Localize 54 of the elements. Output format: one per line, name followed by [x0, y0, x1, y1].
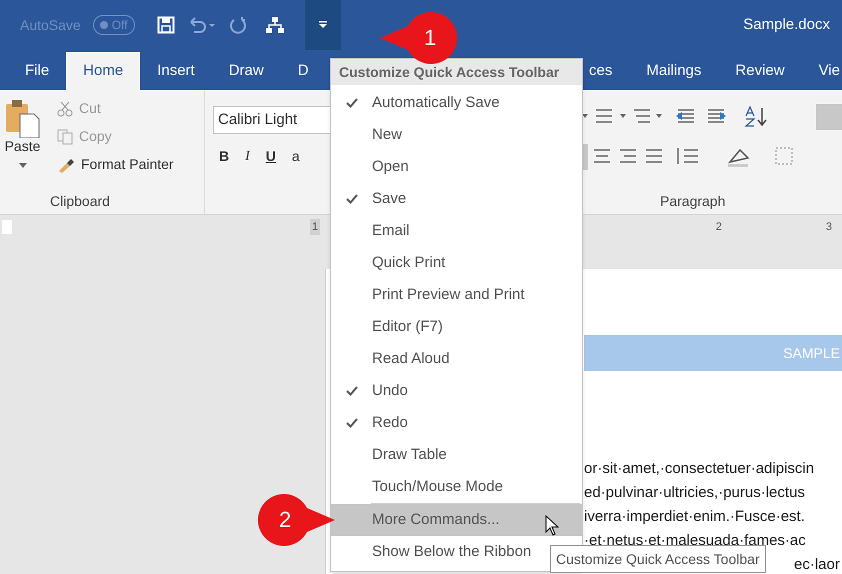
copy-icon — [57, 128, 73, 144]
paintbrush-icon — [57, 156, 75, 172]
body-text-line: or·sit·amet,·consectetuer·adipiscin — [584, 459, 816, 478]
ruler-mark: 2 — [716, 220, 722, 235]
ribbon-tab[interactable]: File — [8, 52, 66, 90]
tooltip: Customize Quick Access Toolbar — [550, 545, 766, 573]
ribbon-tab[interactable]: Mailings — [629, 52, 718, 90]
checkmark-icon — [346, 194, 358, 204]
clipboard-icon[interactable] — [6, 98, 40, 138]
body-text-line: ec·laor — [794, 555, 841, 574]
format-painter-button[interactable]: Format Painter — [57, 154, 174, 175]
menu-item[interactable]: Editor (F7) — [331, 311, 582, 343]
mouse-cursor-icon — [545, 515, 559, 537]
checkmark-icon — [346, 386, 358, 396]
ribbon-tab[interactable]: Insert — [140, 52, 212, 90]
autosave-label: AutoSave — [20, 16, 81, 34]
menu-item[interactable]: Touch/Mouse Mode — [331, 471, 582, 503]
hierarchy-icon[interactable] — [264, 16, 285, 34]
caret-icon — [18, 163, 26, 168]
paste-button[interactable]: Paste — [4, 136, 40, 157]
checkmark-icon — [346, 418, 358, 428]
group-label: Clipboard — [50, 192, 110, 211]
dropdown-arrow-icon — [318, 21, 327, 29]
body-text-line: ed·pulvinar·ultricies,·purus·lectus — [584, 483, 806, 502]
menu-item[interactable]: Print Preview and Print — [331, 279, 582, 311]
menu-item[interactable]: Draw Table — [331, 439, 582, 471]
ribbon-tab[interactable]: Home — [66, 52, 140, 90]
ruler-mark: 1 — [310, 218, 320, 236]
ribbon-tab[interactable]: D — [280, 52, 326, 90]
save-icon[interactable] — [156, 16, 175, 34]
body-text-line: iverra·imperdiet·enim.·Fusce·est. — [584, 507, 806, 526]
menu-item[interactable]: Save — [331, 183, 582, 215]
menu-item[interactable]: Redo — [331, 407, 582, 439]
ribbon-tab[interactable]: Review — [718, 52, 802, 90]
ruler-mark: 3 — [826, 220, 832, 235]
redo-icon[interactable] — [228, 16, 247, 34]
font-color-button[interactable]: a — [292, 146, 300, 167]
menu-title: Customize Quick Access Toolbar — [331, 59, 582, 85]
menu-item[interactable]: Open — [331, 151, 582, 183]
menu-item[interactable]: Undo — [331, 375, 582, 407]
ribbon-tab[interactable]: Vie — [802, 52, 842, 90]
scissors-icon — [57, 100, 73, 116]
menu-item[interactable]: More Commands... — [331, 504, 582, 536]
menu-item[interactable]: Email — [331, 215, 582, 247]
ribbon-tab[interactable]: Draw — [212, 52, 281, 90]
banner-text: SAMPLE — [783, 344, 840, 362]
menu-item[interactable]: Quick Print — [331, 247, 582, 279]
underline-button[interactable]: U — [266, 146, 276, 167]
group-label: Paragraph — [660, 192, 726, 211]
document-title: Sample.docx — [743, 14, 830, 35]
checkmark-icon — [346, 98, 358, 108]
menu-item[interactable]: Read Aloud — [331, 343, 582, 375]
italic-button[interactable]: I — [245, 146, 250, 167]
bold-button[interactable]: B — [219, 146, 230, 167]
